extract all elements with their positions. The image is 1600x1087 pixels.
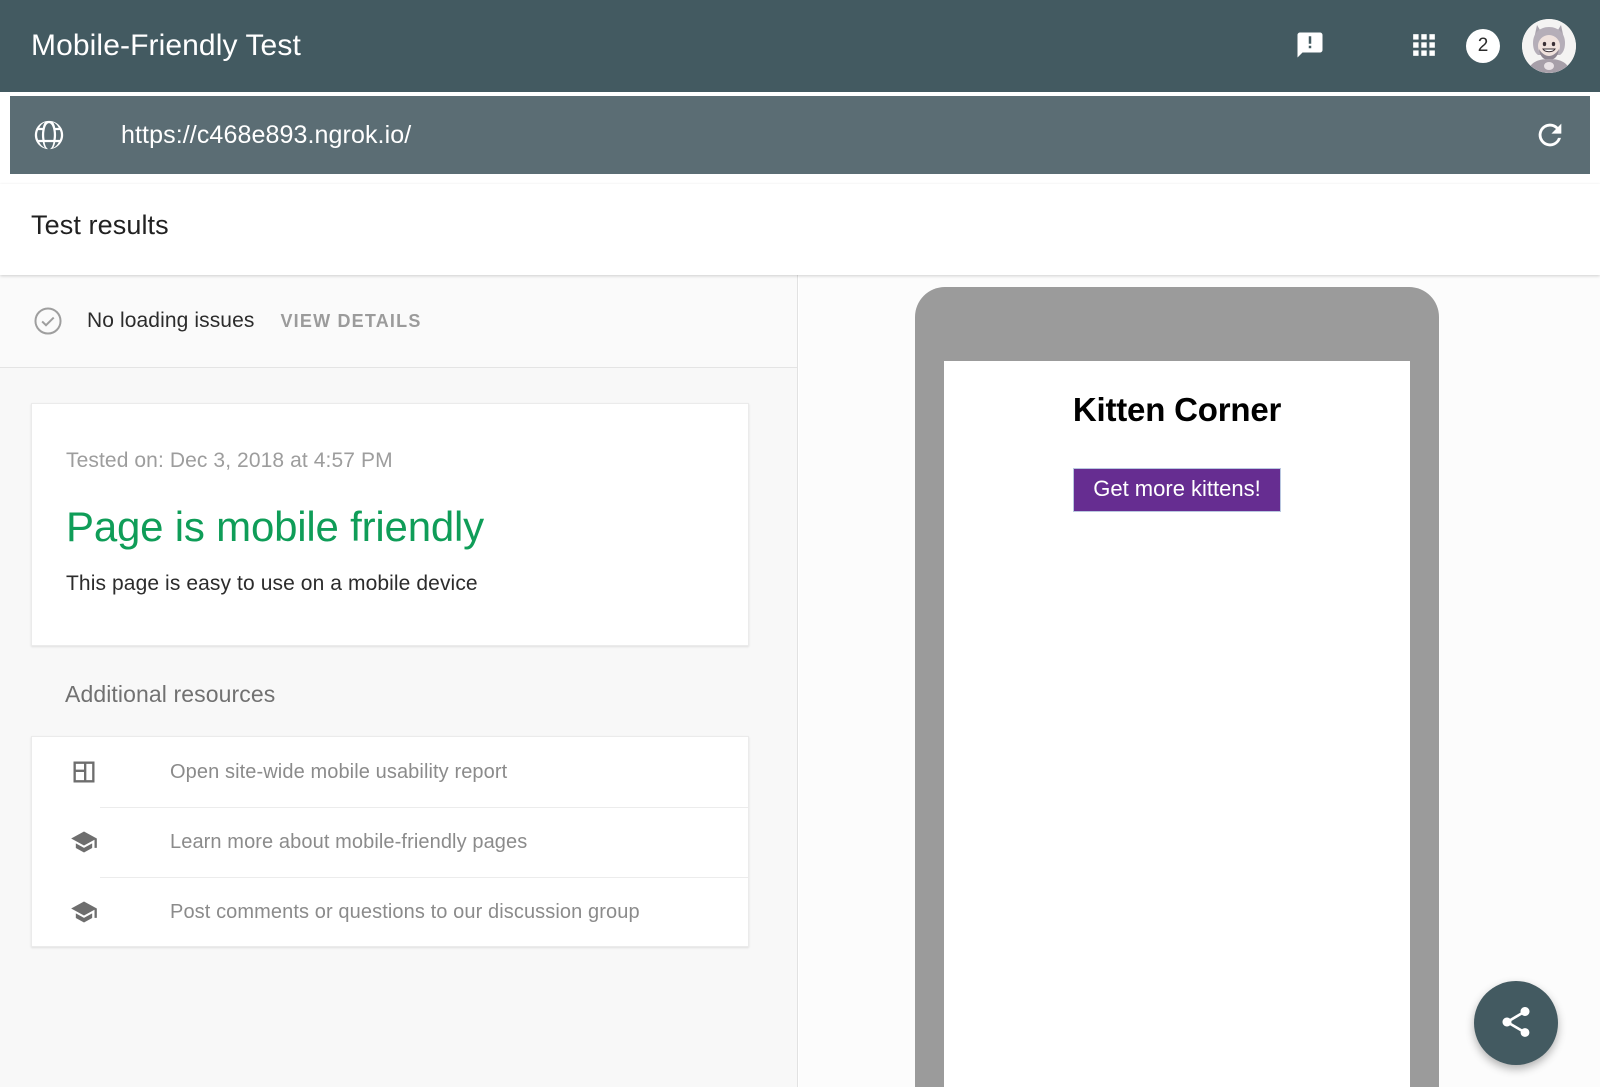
phone-mockup: Kitten Corner Get more kittens!: [915, 287, 1439, 1087]
phone-screen: Kitten Corner Get more kittens!: [944, 361, 1410, 1087]
app-bar-actions: 2: [1282, 0, 1576, 92]
google-apps-button[interactable]: [1396, 18, 1452, 74]
apps-grid-icon: [1411, 32, 1437, 61]
verdict-subtitle: This page is easy to use on a mobile dev…: [66, 572, 714, 596]
graduation-cap-icon: [68, 896, 100, 928]
feedback-speech-bubble-icon: [1295, 30, 1325, 63]
loading-status-label: No loading issues: [87, 309, 254, 333]
list-item-label: Post comments or questions to our discus…: [100, 877, 748, 947]
preview-page-heading: Kitten Corner: [944, 391, 1410, 429]
preview-right-panel: Kitten Corner Get more kittens!: [799, 275, 1600, 1087]
view-details-link[interactable]: VIEW DETAILS: [280, 311, 421, 332]
avatar[interactable]: [1522, 19, 1576, 73]
reload-icon: [1533, 118, 1567, 152]
dashboard-report-icon: [68, 756, 100, 788]
app-bar: Mobile-Friendly Test: [0, 0, 1600, 92]
user-avatar-image: [1522, 19, 1576, 73]
globe-icon: [10, 96, 88, 174]
results-left-panel: No loading issues VIEW DETAILS Tested on…: [0, 275, 798, 1087]
graduation-cap-icon: [68, 826, 100, 858]
url-input[interactable]: [88, 121, 1510, 150]
get-more-kittens-button[interactable]: Get more kittens!: [1073, 468, 1281, 512]
url-bar[interactable]: [10, 96, 1590, 174]
page-title: Test results: [31, 210, 169, 241]
list-item[interactable]: Post comments or questions to our discus…: [32, 877, 748, 947]
list-item-label: Learn more about mobile-friendly pages: [100, 807, 748, 877]
list-item-label: Open site-wide mobile usability report: [100, 737, 748, 807]
mobile-friendly-result-card: Tested on: Dec 3, 2018 at 4:57 PM Page i…: [31, 403, 749, 646]
list-item[interactable]: Open site-wide mobile usability report: [32, 737, 748, 807]
tested-on-timestamp: Tested on: Dec 3, 2018 at 4:57 PM: [66, 449, 714, 473]
share-button[interactable]: [1474, 981, 1558, 1065]
list-item[interactable]: Learn more about mobile-friendly pages: [32, 807, 748, 877]
notification-badge[interactable]: 2: [1466, 29, 1500, 63]
feedback-button[interactable]: [1282, 18, 1338, 74]
loading-status-row: No loading issues VIEW DETAILS: [0, 275, 797, 368]
preview-button-wrapper: Get more kittens!: [944, 468, 1410, 512]
verdict-heading: Page is mobile friendly: [66, 502, 714, 552]
app-title: Mobile-Friendly Test: [31, 27, 301, 65]
check-circle-icon: [32, 305, 64, 337]
additional-resources-title: Additional resources: [65, 681, 275, 708]
results-header-bar: Test results: [0, 184, 1600, 275]
additional-resources-card: Open site-wide mobile usability report L…: [31, 736, 749, 947]
reload-button[interactable]: [1510, 96, 1590, 174]
share-icon: [1498, 1004, 1534, 1043]
